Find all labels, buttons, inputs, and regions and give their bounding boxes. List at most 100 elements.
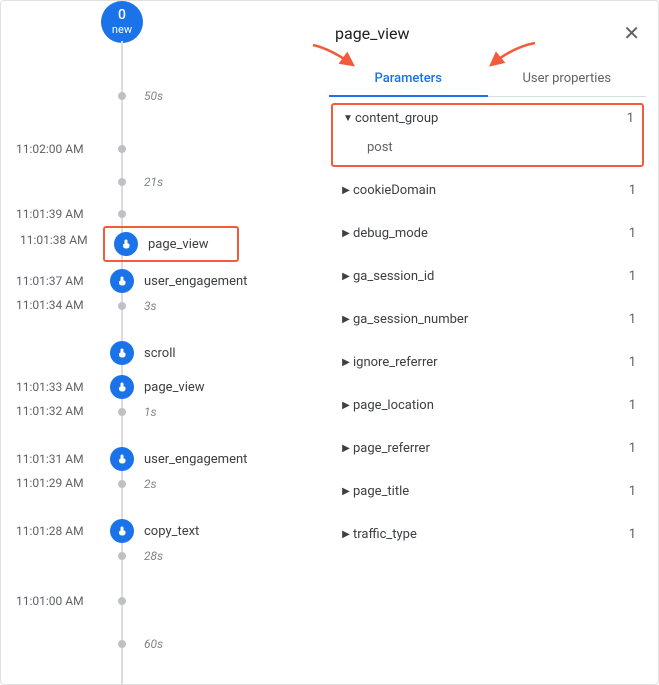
timeline-gap: 2s11:01:29 AM [101, 477, 157, 491]
timeline-dot [118, 92, 126, 100]
new-events-badge[interactable]: 0 new [101, 1, 143, 43]
param-name: cookieDomain [353, 183, 629, 198]
event-label: user_engagement [144, 274, 247, 289]
gap-label: 21s [144, 175, 163, 189]
gap-label: 50s [144, 89, 163, 103]
parameter-row[interactable]: ▶cookieDomain1 [329, 169, 646, 212]
touch-icon [110, 447, 134, 471]
timeline-gap: 1s11:01:32 AM [101, 405, 157, 419]
timestamp-label: 11:01:29 AM [16, 476, 84, 490]
timeline-dot [118, 178, 126, 186]
detail-tabs: Parameters User properties [329, 61, 646, 97]
param-name: traffic_type [353, 527, 629, 542]
tab-parameters[interactable]: Parameters [329, 61, 488, 96]
parameter-row[interactable]: ▶ga_session_id1 [329, 255, 646, 298]
event-label: user_engagement [144, 452, 247, 467]
detail-panel: page_view ✕ Parameters User properties ▼… [321, 1, 658, 684]
timeline-gap: 50s [101, 89, 163, 103]
chevron-right-icon: ▶ [339, 228, 353, 239]
detail-title: page_view [335, 24, 410, 43]
chevron-right-icon: ▶ [339, 314, 353, 325]
timeline-gap: 3s11:01:34 AM [101, 299, 157, 313]
timeline-dot [118, 552, 126, 560]
gap-label: 3s [144, 299, 157, 313]
parameter-row[interactable]: ▶debug_mode1 [329, 212, 646, 255]
timeline-dot [118, 597, 126, 605]
param-count: 1 [627, 111, 634, 126]
touch-icon [110, 375, 134, 399]
timeline-tick: 11:01:39 AM [101, 210, 144, 218]
timeline-dot [118, 145, 126, 153]
gap-label: 60s [144, 637, 163, 651]
event-label: copy_text [144, 524, 199, 539]
timeline-dot [118, 408, 126, 416]
param-name: ga_session_id [353, 269, 629, 284]
timestamp-label: 11:01:31 AM [16, 452, 84, 466]
chevron-right-icon: ▶ [339, 185, 353, 196]
touch-icon [114, 232, 138, 256]
param-name: ga_session_number [353, 312, 629, 327]
param-count: 1 [629, 441, 636, 456]
param-name: page_referrer [353, 441, 629, 456]
param-value: post [341, 126, 634, 155]
timestamp-label: 11:01:38 AM [20, 233, 88, 247]
timeline-gap: 21s [101, 175, 163, 189]
parameter-list: ▼ content_group 1 post ▶cookieDomain1▶de… [329, 99, 646, 674]
param-count: 1 [629, 355, 636, 370]
parameter-row[interactable]: ▶ignore_referrer1 [329, 341, 646, 384]
timeline-gap: 60s [101, 637, 163, 651]
timeline-dot [118, 210, 126, 218]
parameter-row[interactable]: ▶ga_session_number1 [329, 298, 646, 341]
timeline-event[interactable]: page_view11:01:38 AM [103, 226, 239, 262]
param-name: content_group [355, 111, 627, 126]
event-label: page_view [148, 237, 209, 252]
chevron-right-icon: ▶ [339, 271, 353, 282]
touch-icon [110, 519, 134, 543]
event-label: page_view [144, 380, 205, 395]
parameter-row[interactable]: ▶page_location1 [329, 384, 646, 427]
chevron-down-icon: ▼ [341, 113, 355, 124]
parameter-row[interactable]: ▶traffic_type1 [329, 513, 646, 556]
timeline-dot [118, 302, 126, 310]
timeline-event[interactable]: page_view11:01:33 AM [101, 375, 205, 399]
timestamp-label: 11:01:39 AM [16, 207, 84, 221]
parameter-expanded[interactable]: ▼ content_group 1 post [331, 103, 644, 167]
param-count: 1 [629, 226, 636, 241]
param-name: page_location [353, 398, 629, 413]
event-label: scroll [144, 346, 176, 361]
new-label: new [112, 24, 132, 36]
timestamp-column [1, 1, 101, 684]
close-icon[interactable]: ✕ [623, 23, 640, 43]
param-name: ignore_referrer [353, 355, 629, 370]
timeline-dot [118, 640, 126, 648]
timeline-column: 0 new 50s 11:02:00 AM 21s 11:01:39 AM page_v… [101, 1, 321, 684]
param-count: 1 [629, 527, 636, 542]
timeline-event[interactable]: user_engagement11:01:31 AM [101, 447, 247, 471]
param-count: 1 [629, 398, 636, 413]
param-name: debug_mode [353, 226, 629, 241]
chevron-right-icon: ▶ [339, 357, 353, 368]
gap-label: 28s [144, 549, 163, 563]
param-count: 1 [629, 269, 636, 284]
timeline-gap: 28s [101, 549, 163, 563]
parameter-row[interactable]: ▶page_referrer1 [329, 427, 646, 470]
touch-icon [110, 341, 134, 365]
tab-user-properties[interactable]: User properties [488, 61, 647, 96]
timeline-event[interactable]: copy_text11:01:28 AM [101, 519, 199, 543]
timestamp-label: 11:01:00 AM [16, 594, 84, 608]
timestamp-label: 11:01:34 AM [16, 298, 84, 312]
param-count: 1 [629, 312, 636, 327]
timestamp-label: 11:01:28 AM [16, 524, 84, 538]
timeline-dot [118, 480, 126, 488]
gap-label: 1s [144, 405, 157, 419]
timestamp-label: 11:01:32 AM [16, 404, 84, 418]
timeline-event[interactable]: scroll [101, 341, 176, 365]
timestamp-label: 11:01:37 AM [16, 274, 84, 288]
timestamp-label: 11:01:33 AM [16, 380, 84, 394]
parameter-row[interactable]: ▶page_title1 [329, 470, 646, 513]
timeline-tick: 11:02:00 AM [101, 145, 144, 153]
timeline-event[interactable]: user_engagement11:01:37 AM [101, 269, 247, 293]
chevron-right-icon: ▶ [339, 400, 353, 411]
gap-label: 2s [144, 477, 157, 491]
param-count: 1 [629, 484, 636, 499]
